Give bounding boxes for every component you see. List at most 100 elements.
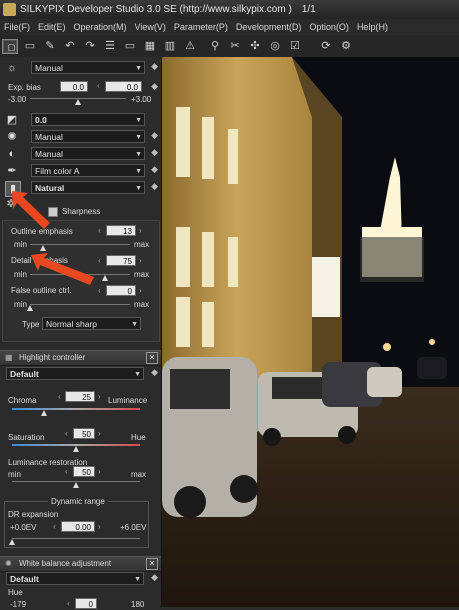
- single-view-icon[interactable]: ▭: [123, 39, 137, 53]
- half-circle-icon: ◐: [8, 148, 16, 160]
- settings-icon[interactable]: ⚙: [339, 39, 353, 53]
- exposure-mode-value: Manual: [35, 63, 63, 73]
- wb-hue-min: -179: [10, 600, 27, 609]
- sharpness-type-select[interactable]: Normal sharp ▼: [42, 317, 141, 330]
- outline-min: min: [14, 240, 27, 249]
- brush-icon[interactable]: ✎: [43, 39, 57, 53]
- warning-icon[interactable]: ⚠: [183, 39, 197, 53]
- film-color-value: Film color A: [35, 166, 80, 176]
- chroma-input[interactable]: 25: [65, 391, 95, 402]
- contrast-sun-icon: ✺: [7, 131, 17, 143]
- pin-icon[interactable]: ◆: [151, 130, 158, 141]
- chroma-track[interactable]: [12, 408, 140, 410]
- wb-icon: ◩: [6, 114, 18, 126]
- color-select[interactable]: Manual ▼: [31, 147, 145, 160]
- exp-bias-right-input[interactable]: 0.0: [105, 81, 142, 92]
- develop-icon[interactable]: ✣: [248, 39, 262, 53]
- menu-option[interactable]: Option(O): [309, 22, 349, 32]
- zoom-icon[interactable]: ⚲: [208, 39, 222, 53]
- spin-right-icon[interactable]: ›: [98, 392, 101, 401]
- menu-view[interactable]: View(V): [135, 22, 166, 32]
- menu-operation[interactable]: Operation(M): [74, 22, 127, 32]
- mark-icon[interactable]: ☑: [288, 39, 302, 53]
- pin-icon[interactable]: ◆: [151, 572, 158, 583]
- wb-adjust-header: ✺ White balance adjustment ✕: [0, 556, 161, 572]
- film-icon[interactable]: ▥: [163, 39, 177, 53]
- lumrest-knob[interactable]: [73, 482, 79, 488]
- list-view-icon[interactable]: ☰: [103, 39, 117, 53]
- pin-icon[interactable]: ◆: [151, 81, 158, 92]
- close-icon[interactable]: ✕: [146, 558, 158, 570]
- false-outline-input[interactable]: 0: [106, 285, 136, 296]
- exp-bias-knob[interactable]: [75, 99, 81, 105]
- highlight-preset-select[interactable]: Default ▼: [6, 367, 144, 380]
- highlight-grip-icon: ▦: [5, 353, 13, 362]
- outline-emphasis-input[interactable]: 13: [106, 225, 136, 236]
- pin-icon[interactable]: ◆: [151, 164, 158, 175]
- spin-right-icon[interactable]: ›: [98, 429, 101, 438]
- menu-development[interactable]: Development(D): [236, 22, 302, 32]
- check-icon[interactable]: ◎: [268, 39, 282, 53]
- menu-edit[interactable]: Edit(E): [38, 22, 66, 32]
- film-color-select[interactable]: Film color A ▼: [31, 164, 145, 177]
- luminance-restoration-input[interactable]: 50: [73, 466, 95, 477]
- cut-icon[interactable]: ✂: [228, 39, 242, 53]
- spin-right-icon[interactable]: ›: [139, 286, 142, 295]
- spin-right-icon[interactable]: ›: [98, 467, 101, 476]
- exposure-mode-select[interactable]: Manual ▼: [31, 61, 145, 74]
- false-outline-knob[interactable]: [27, 305, 33, 311]
- spin-right-icon[interactable]: ›: [139, 226, 142, 235]
- dynamic-range-title: Dynamic range: [48, 497, 108, 506]
- pin-icon[interactable]: ◆: [151, 147, 158, 158]
- spin-left-icon[interactable]: ‹: [97, 81, 100, 90]
- exp-bias-left-input[interactable]: 0.0: [60, 81, 88, 92]
- spin-left-icon[interactable]: ‹: [65, 467, 68, 476]
- spin-right-icon[interactable]: ›: [139, 256, 142, 265]
- saturation-knob[interactable]: [73, 446, 79, 452]
- wb-hue-input[interactable]: 0: [75, 598, 97, 609]
- rotate-icon[interactable]: ⟳: [319, 39, 333, 53]
- dr-track[interactable]: [12, 538, 140, 539]
- redo-icon[interactable]: ↷: [83, 39, 97, 53]
- chroma-knob[interactable]: [41, 410, 47, 416]
- photo-preview[interactable]: [162, 57, 459, 607]
- close-icon[interactable]: ✕: [146, 352, 158, 364]
- dr-knob[interactable]: [9, 539, 15, 545]
- pen-icon: ✒: [7, 165, 17, 177]
- wb-adjust-title: White balance adjustment: [19, 559, 112, 568]
- contrast-select[interactable]: Manual ▼: [31, 130, 145, 143]
- undo-icon[interactable]: ↶: [63, 39, 77, 53]
- chevron-down-icon: ▼: [131, 321, 138, 328]
- spin-left-icon[interactable]: ‹: [98, 226, 101, 235]
- detail-emphasis-input[interactable]: 75: [106, 255, 136, 266]
- wb-value-select[interactable]: 0.0 ▼: [31, 113, 145, 126]
- compare-view-icon[interactable]: ▢: [2, 38, 18, 54]
- pin-icon[interactable]: ◆: [151, 181, 158, 192]
- annotation-arrow-icon: [12, 191, 50, 229]
- control-panel: ☼ Manual ▼ ◆ Exp. bias 0.0 ‹ 0.0 ◆ -3.00 …: [0, 57, 162, 609]
- spin-left-icon[interactable]: ‹: [58, 392, 61, 401]
- dr-expansion-input[interactable]: 0.00: [61, 521, 95, 532]
- menu-help[interactable]: Help(H): [357, 22, 388, 32]
- folder-icon[interactable]: ▭: [23, 39, 37, 53]
- saturation-input[interactable]: 50: [73, 428, 95, 439]
- highlight-header: ▦ Highlight controller ✕: [0, 350, 161, 366]
- menu-file[interactable]: File(F): [4, 22, 30, 32]
- wb-preset-select[interactable]: Default ▼: [6, 572, 144, 585]
- app-icon: [3, 3, 16, 16]
- wb-value: 0.0: [35, 115, 47, 125]
- spin-left-icon[interactable]: ‹: [65, 429, 68, 438]
- pin-icon[interactable]: ◆: [151, 61, 158, 72]
- hue-label: Hue: [131, 433, 146, 442]
- menu-parameter[interactable]: Parameter(P): [174, 22, 228, 32]
- false-outline-track[interactable]: [30, 304, 130, 305]
- dr-min: +0.0EV: [10, 523, 37, 532]
- pin-icon[interactable]: ◆: [151, 367, 158, 378]
- spin-left-icon[interactable]: ‹: [98, 256, 101, 265]
- detail-knob[interactable]: [102, 275, 108, 281]
- spin-right-icon[interactable]: ›: [98, 522, 101, 531]
- grid-icon[interactable]: ▦: [143, 39, 157, 53]
- spin-left-icon[interactable]: ‹: [53, 522, 56, 531]
- color-row: ◐ Manual ▼ ◆: [0, 145, 161, 162]
- spin-left-icon[interactable]: ‹: [98, 286, 101, 295]
